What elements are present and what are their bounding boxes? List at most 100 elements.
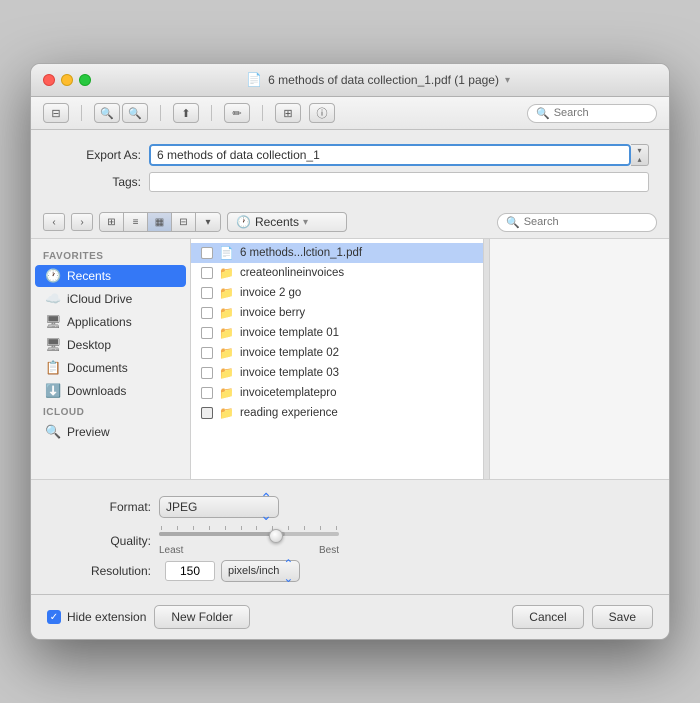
export-as-arrow[interactable]: ▾▴ (631, 144, 649, 166)
location-chevron-icon: ▾ (303, 217, 308, 228)
applications-icon: 🖥 (45, 314, 61, 330)
toolbar: ⊟ 🔍 🔍 ⬆ ✏ ⊞ ⓘ 🔍 (31, 97, 669, 130)
file-item-createonlineinvoices[interactable]: 📁 createonlineinvoices (191, 263, 483, 283)
file-name: invoicetemplatepro (240, 387, 337, 399)
sidebar-item-desktop[interactable]: 🖥 Desktop (35, 334, 186, 356)
nav-search-input[interactable] (524, 216, 648, 228)
toolbar-search-input[interactable] (554, 107, 648, 119)
folder-icon: 📁 (219, 306, 234, 320)
sidebar-applications-label: Applications (67, 315, 132, 329)
info-button[interactable]: ⓘ (309, 103, 335, 123)
file-item-invoice-template-03[interactable]: 📁 invoice template 03 (191, 363, 483, 383)
toolbar-separator (81, 105, 82, 121)
file-checkbox[interactable] (201, 407, 213, 419)
view-gallery-button[interactable]: ⊟ (172, 213, 196, 231)
icloud-label: iCloud (31, 403, 190, 420)
zoom-in-button[interactable]: 🔍 (122, 103, 148, 123)
folder-icon: 📁 (219, 286, 234, 300)
file-item-reading-experience[interactable]: 📁 reading experience (191, 403, 483, 423)
quality-row: Quality: (51, 526, 649, 556)
format-select[interactable]: JPEG ⌃⌄ (159, 496, 279, 518)
quality-thumb-wrapper (159, 529, 339, 543)
new-folder-button[interactable]: New Folder (154, 605, 249, 629)
nav-back-button[interactable]: ‹ (43, 213, 65, 231)
save-button[interactable]: Save (592, 605, 653, 629)
file-item-invoice-template-01[interactable]: 📁 invoice template 01 (191, 323, 483, 343)
bottom-settings: Format: JPEG ⌃⌄ Quality: (31, 479, 669, 594)
hide-extension-label[interactable]: ✓ Hide extension (47, 610, 146, 624)
view-columns-button[interactable]: ▦ (148, 213, 172, 231)
sidebar-item-icloud-drive[interactable]: ☁️ iCloud Drive (35, 288, 186, 310)
sidebar-item-recents[interactable]: 🕐 Recents (35, 265, 186, 287)
resolution-unit-arrow-icon: ⌃⌄ (283, 557, 293, 585)
export-as-input[interactable] (149, 144, 631, 166)
icloud-drive-icon: ☁️ (45, 291, 61, 307)
maximize-button[interactable] (79, 74, 91, 86)
sidebar-item-downloads[interactable]: ⬇️ Downloads (35, 380, 186, 402)
desktop-icon: 🖥 (45, 337, 61, 353)
file-checkbox[interactable] (201, 267, 213, 279)
view-list-button[interactable]: ≡ (124, 213, 148, 231)
file-checkbox[interactable] (201, 387, 213, 399)
sidebar-desktop-label: Desktop (67, 338, 111, 352)
folder-icon: 📁 (219, 366, 234, 380)
quality-best-label: Best (319, 545, 339, 556)
resolution-unit-select[interactable]: pixels/inch ⌃⌄ (221, 560, 300, 582)
resolution-unit-value: pixels/inch (228, 565, 279, 577)
sidebar-recents-label: Recents (67, 269, 111, 283)
sidebar-item-applications[interactable]: 🖥 Applications (35, 311, 186, 333)
folder-icon: 📁 (219, 326, 234, 340)
file-checkbox[interactable] (201, 247, 213, 259)
view-toggle-group: ⊟ (43, 103, 69, 123)
sidebar: Favorites 🕐 Recents ☁️ iCloud Drive 🖥 Ap… (31, 239, 191, 479)
traffic-lights (43, 74, 91, 86)
file-checkbox[interactable] (201, 367, 213, 379)
format-label: Format: (51, 500, 151, 514)
sidebar-item-documents[interactable]: 📋 Documents (35, 357, 186, 379)
file-item-invoiceberry[interactable]: 📁 invoice berry (191, 303, 483, 323)
format-value: JPEG (166, 500, 256, 514)
bottom-bar: ✓ Hide extension New Folder Cancel Save (31, 594, 669, 639)
annotate-button[interactable]: ✏ (224, 103, 250, 123)
file-checkbox[interactable] (201, 287, 213, 299)
close-button[interactable] (43, 74, 55, 86)
file-name: invoice template 01 (240, 327, 339, 339)
sidebar-documents-label: Documents (67, 361, 128, 375)
export-as-label: Export As: (51, 148, 141, 162)
file-name: invoice 2 go (240, 287, 301, 299)
nav-bar: ‹ › ⊞ ≡ ▦ ⊟ ▾ 🕐 Recents ▾ 🔍 (31, 206, 669, 239)
sidebar-toggle-button[interactable]: ⊟ (43, 103, 69, 123)
nav-forward-button[interactable]: › (71, 213, 93, 231)
zoom-out-button[interactable]: 🔍 (94, 103, 120, 123)
file-pdf-icon: 📄 (219, 246, 234, 260)
sidebar-item-preview[interactable]: 🔍 Preview (35, 421, 186, 443)
view-icon-button[interactable]: ⊞ (100, 213, 124, 231)
file-list: 📄 6 methods...lction_1.pdf 📁 createonlin… (191, 239, 483, 479)
hide-extension-checkbox[interactable]: ✓ (47, 610, 61, 624)
file-checkbox[interactable] (201, 307, 213, 319)
cancel-button[interactable]: Cancel (512, 605, 583, 629)
folder-icon: 📁 (219, 346, 234, 360)
file-checkbox[interactable] (201, 327, 213, 339)
file-name: invoice berry (240, 307, 305, 319)
file-item-invoice2go[interactable]: 📁 invoice 2 go (191, 283, 483, 303)
title-chevron-icon: ▾ (505, 75, 510, 86)
share-button[interactable]: ⬆ (173, 103, 199, 123)
file-name: invoice template 03 (240, 367, 339, 379)
tools-button[interactable]: ⊞ (275, 103, 301, 123)
minimize-button[interactable] (61, 74, 73, 86)
tags-row: Tags: (51, 172, 649, 192)
toolbar-separator-4 (262, 105, 263, 121)
documents-icon: 📋 (45, 360, 61, 376)
file-item-invoicetemplatepro[interactable]: 📁 invoicetemplatepro (191, 383, 483, 403)
tags-input[interactable] (149, 172, 649, 192)
favorites-label: Favorites (31, 247, 190, 264)
file-checkbox[interactable] (201, 347, 213, 359)
location-dropdown[interactable]: 🕐 Recents ▾ (227, 212, 347, 232)
file-item-pdf[interactable]: 📄 6 methods...lction_1.pdf (191, 243, 483, 263)
quality-slider-thumb[interactable] (269, 529, 283, 543)
folder-icon: 📁 (219, 386, 234, 400)
file-item-invoice-template-02[interactable]: 📁 invoice template 02 (191, 343, 483, 363)
view-more-button[interactable]: ▾ (196, 213, 220, 231)
resolution-input[interactable] (165, 561, 215, 581)
